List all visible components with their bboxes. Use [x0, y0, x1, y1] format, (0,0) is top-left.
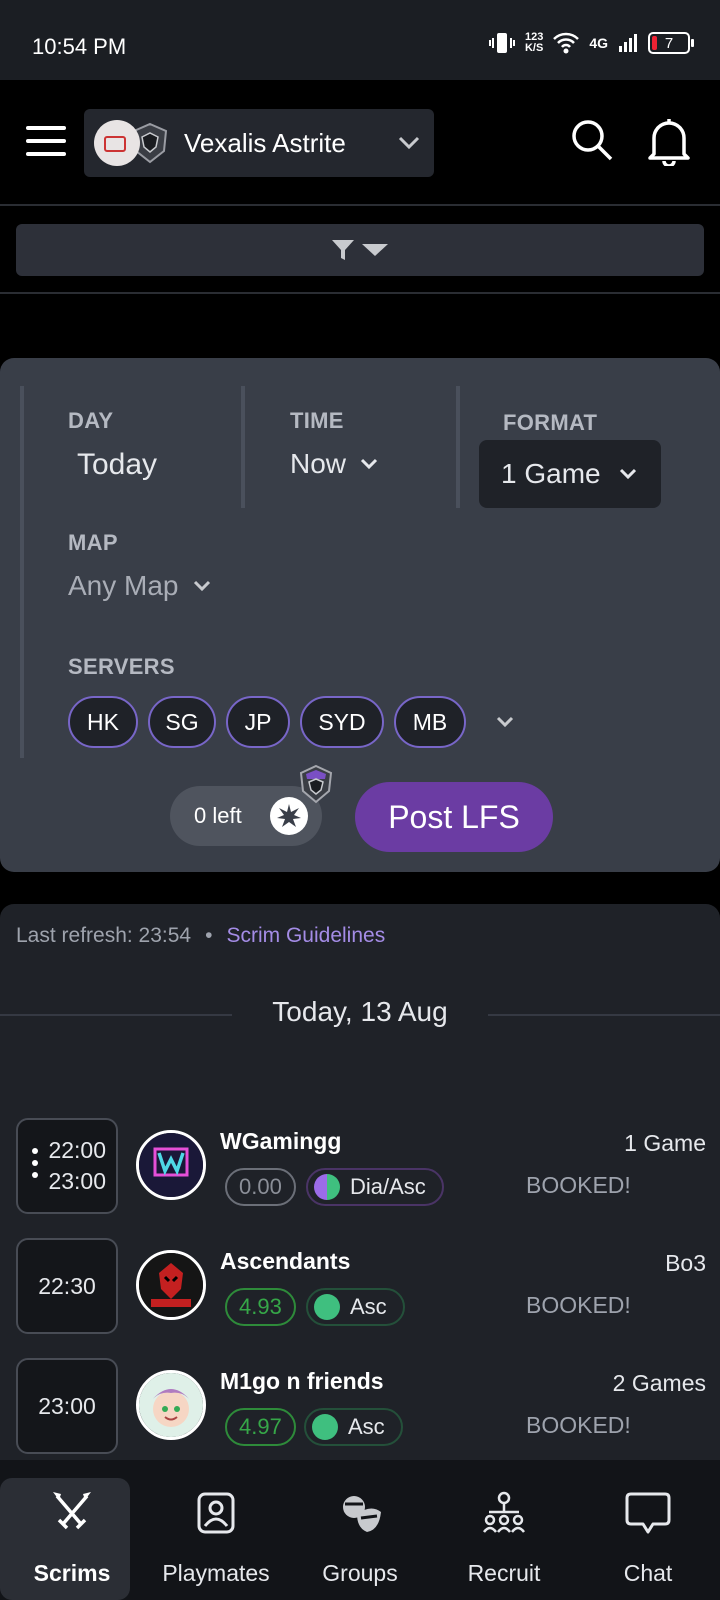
refresh-row: Last refresh: 23:54 • Scrim Guidelines	[16, 924, 385, 948]
server-chip-syd[interactable]: SYD	[300, 696, 384, 748]
team-avatar	[136, 1250, 206, 1320]
time-slot: 22:30	[16, 1238, 118, 1334]
team-name: Ascendants	[220, 1248, 351, 1274]
scrim-guidelines-link[interactable]: Scrim Guidelines	[226, 924, 385, 948]
app-header: Vexalis Astrite	[0, 80, 720, 206]
wifi-icon	[553, 32, 580, 54]
time-select[interactable]: Now	[290, 448, 378, 480]
nav-label: Recruit	[467, 1560, 541, 1586]
divider	[456, 386, 460, 508]
battery-icon: 7	[648, 32, 694, 54]
format-label: FORMAT	[503, 410, 598, 435]
chevron-down-icon	[619, 468, 636, 480]
list-item[interactable]: 22:30 Ascendants 4.93 Asc Bo3 BOOKED!	[16, 1238, 706, 1334]
net-speed: 123 K/S	[524, 31, 544, 54]
filter-button[interactable]	[16, 224, 704, 276]
day-label: DAY	[68, 408, 114, 433]
chevron-down-icon[interactable]	[494, 716, 516, 728]
nav-item-groups[interactable]: Groups	[288, 1460, 432, 1600]
nav-item-recruit[interactable]: Recruit	[432, 1460, 576, 1600]
time-label: TIME	[290, 408, 344, 433]
status-time: 10:54 PM	[32, 34, 127, 59]
recruit-icon	[483, 1491, 525, 1533]
last-refresh-text: Last refresh: 23:54	[16, 924, 192, 947]
booking-status: BOOKED!	[526, 1172, 631, 1198]
team-name: M1go n friends	[220, 1368, 384, 1394]
date-separator: Today, 13 Aug	[0, 994, 720, 1034]
rank-icon	[312, 1414, 338, 1440]
format-select[interactable]: 1 Game	[479, 440, 661, 508]
time-slot: 23:00	[16, 1358, 118, 1454]
search-icon[interactable]	[570, 118, 614, 162]
bell-icon[interactable]	[646, 116, 692, 166]
rank-badge: Asc	[304, 1408, 403, 1446]
team-rating: 4.93	[225, 1288, 296, 1326]
server-chips: HK SG JP SYD MB	[68, 696, 516, 748]
rank-icon	[314, 1294, 340, 1320]
map-label: MAP	[68, 530, 118, 555]
servers-label: SERVERS	[68, 654, 175, 679]
crossed-swords-icon	[53, 1492, 91, 1530]
time-range: 22:00 23:00	[16, 1118, 118, 1214]
network-type: 4G	[589, 35, 608, 51]
nav-item-playmates[interactable]: Playmates	[144, 1460, 288, 1600]
nav-item-scrims[interactable]: Scrims	[0, 1460, 144, 1600]
team-rating: 4.97	[225, 1408, 296, 1446]
rank-badge: Dia/Asc	[306, 1168, 444, 1206]
lfs-form: DAY Today TIME Now FORMAT 1 Game MAP Any…	[0, 358, 720, 872]
time-range-dots	[32, 1148, 38, 1190]
nav-label: Groups	[322, 1560, 398, 1586]
rank-shield-icon	[299, 764, 333, 804]
nav-item-chat[interactable]: Chat	[576, 1460, 720, 1600]
rank-badge: Asc	[306, 1288, 405, 1326]
team-name: WGamingg	[220, 1128, 342, 1154]
booking-status: BOOKED!	[526, 1292, 631, 1318]
divider	[241, 386, 245, 508]
team-rating: 0.00	[225, 1168, 296, 1206]
playmates-icon	[197, 1492, 235, 1534]
team-selector[interactable]: Vexalis Astrite	[84, 109, 434, 177]
caret-down-icon	[362, 244, 388, 256]
form-rail	[20, 386, 24, 758]
day-select[interactable]: Today	[77, 448, 157, 482]
bottom-nav: Scrims Playmates Groups Recruit Chat	[0, 1460, 720, 1600]
server-chip-hk[interactable]: HK	[68, 696, 138, 748]
filter-row	[0, 208, 720, 294]
map-select[interactable]: Any Map	[68, 570, 211, 602]
match-format: Bo3	[665, 1250, 706, 1276]
date-header: Today, 13 Aug	[272, 996, 448, 1027]
status-icons: 123 K/S 4G 7	[488, 30, 694, 56]
match-format: 2 Games	[612, 1370, 706, 1396]
menu-icon[interactable]	[26, 126, 66, 158]
list-item[interactable]: 23:00 M1go n friends 4.97 Asc 2 Games BO…	[16, 1358, 706, 1454]
chevron-down-icon	[398, 136, 420, 150]
post-lfs-button[interactable]: Post LFS	[355, 782, 553, 852]
booking-status: BOOKED!	[526, 1412, 631, 1438]
server-chip-sg[interactable]: SG	[148, 696, 216, 748]
list-item[interactable]: 22:00 23:00 WGamingg 0.00 Dia/Asc 1 Game…	[16, 1118, 706, 1214]
vibrate-icon	[488, 33, 515, 53]
scrim-list: Last refresh: 23:54 • Scrim Guidelines T…	[0, 904, 720, 1460]
chevron-down-icon	[360, 458, 378, 470]
groups-icon	[343, 1496, 381, 1532]
team-avatar	[136, 1130, 206, 1200]
rank-icon	[314, 1174, 340, 1200]
signal-icon	[619, 34, 637, 52]
nav-label: Playmates	[162, 1560, 270, 1586]
match-format: 1 Game	[624, 1130, 706, 1156]
separator-dot: •	[205, 924, 213, 947]
status-bar: 10:54 PM 123 K/S 4G 7	[0, 0, 720, 80]
server-chip-jp[interactable]: JP	[226, 696, 290, 748]
team-name: Vexalis Astrite	[184, 127, 346, 158]
nav-label: Scrims	[33, 1560, 111, 1586]
chevron-down-icon	[193, 580, 210, 592]
nav-label: Chat	[623, 1560, 673, 1586]
team-avatar	[136, 1370, 206, 1440]
filter-icon	[332, 240, 354, 260]
team-avatar	[94, 120, 140, 166]
chat-icon	[625, 1492, 671, 1534]
server-chip-mb[interactable]: MB	[394, 696, 466, 748]
